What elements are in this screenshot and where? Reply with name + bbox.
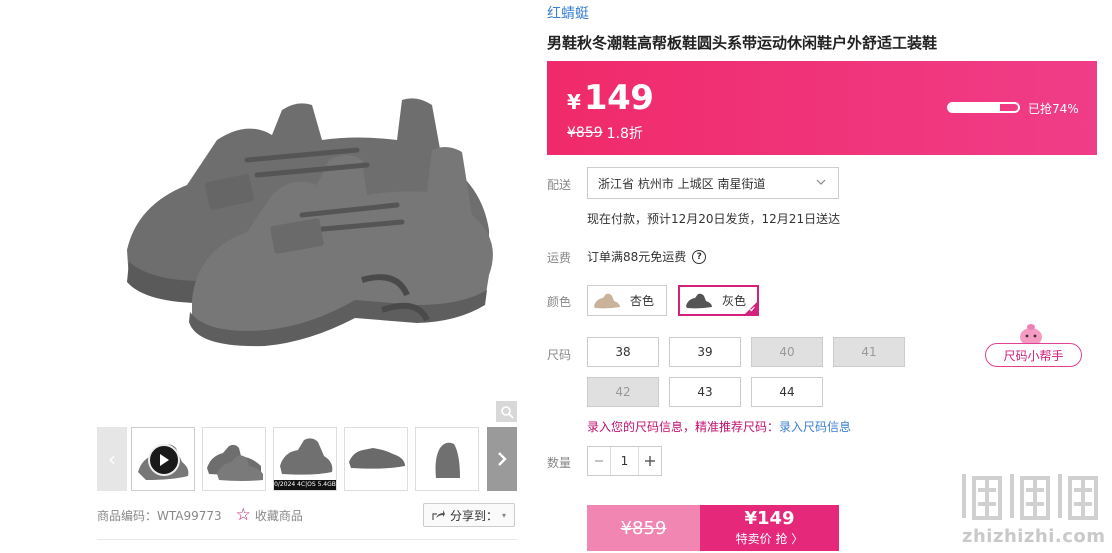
size-tip-link[interactable]: 录入尺码信息 xyxy=(779,420,851,434)
favorite-label: 收藏商品 xyxy=(254,508,303,523)
thumbnail-prev-button[interactable]: ‹ xyxy=(97,427,127,491)
shipping-estimate: 现在付款，预计12月20日发货，12月21日送达 xyxy=(587,212,841,226)
buy-now-button[interactable]: ¥149 特卖价 抢 〉 xyxy=(700,505,839,551)
apricot-shoe-swatch xyxy=(594,293,620,308)
delivery-label: 配送 xyxy=(547,178,572,192)
caret-down-icon: ▾ xyxy=(502,510,507,520)
product-meta-row: 商品编码：WTA99773 ☆ 收藏商品 分享到： ▾ xyxy=(97,503,517,527)
star-icon: ☆ xyxy=(235,504,251,525)
sold-progress-text: 已抢74% xyxy=(1028,102,1079,116)
sku-code: 商品编码：WTA99773 xyxy=(97,508,222,523)
product-page: ‹ 0/2024 4C|OS 5.4GB 商品编码：WTA99773 ☆ 收藏商… xyxy=(0,0,1112,553)
buy-now-label: 特卖价 抢 〉 xyxy=(735,532,804,546)
watermark-logo xyxy=(962,474,1098,520)
size-option-41: 41 xyxy=(833,337,905,367)
size-option-40: 40 xyxy=(751,337,823,367)
main-product-image xyxy=(97,0,517,424)
price-banner: ¥ 149 ¥859 1.8折 已抢74% xyxy=(547,61,1097,155)
freight-label: 运费 xyxy=(547,251,572,265)
size-option-39[interactable]: 39 xyxy=(669,337,741,367)
quantity-decrease-button[interactable] xyxy=(588,447,610,475)
buy-now-price: ¥149 xyxy=(744,508,795,529)
currency-symbol: ¥ xyxy=(567,90,581,114)
plus-icon xyxy=(645,456,655,466)
gray-shoe-swatch xyxy=(686,293,712,308)
watermark-text: zhizhizhi.com xyxy=(962,526,1106,547)
freight-info: 订单满88元免运费 ? xyxy=(587,248,707,265)
thumbnail-shoe-image xyxy=(435,442,460,478)
help-icon[interactable]: ? xyxy=(692,249,707,264)
magnifier-icon xyxy=(500,405,514,419)
color-option-apricot[interactable]: 杏色 xyxy=(587,285,667,316)
thumbnail-video[interactable] xyxy=(131,427,195,491)
share-icon xyxy=(432,510,445,520)
share-dropdown[interactable]: 分享到： ▾ xyxy=(423,503,515,527)
minus-icon xyxy=(595,460,603,462)
size-tip: 录入您的尺码信息，精准推荐尺码：录入尺码信息 xyxy=(587,418,851,435)
thumbnail-strip: ‹ 0/2024 4C|OS 5.4GB xyxy=(97,427,517,491)
color-label: 颜色 xyxy=(547,295,572,309)
thumbnail-3[interactable]: 0/2024 4C|OS 5.4GB xyxy=(273,427,337,491)
size-helper-button[interactable]: 尺码小帮手 xyxy=(985,343,1082,367)
size-option-38[interactable]: 38 xyxy=(587,337,659,367)
check-icon: ✔ xyxy=(749,305,756,314)
chevron-down-icon xyxy=(816,179,826,185)
thumbnail-caption: 0/2024 4C|OS 5.4GB xyxy=(274,480,336,490)
original-price-button[interactable]: ¥859 xyxy=(587,505,700,551)
play-icon xyxy=(160,454,169,466)
size-helper-mascot-icon xyxy=(1020,324,1042,345)
address-select[interactable]: 浙江省 杭州市 上城区 南星街道 xyxy=(587,167,839,199)
product-title: 男鞋秋冬潮鞋高帮板鞋圆头系带运动休闲鞋户外舒适工装鞋 xyxy=(547,34,938,52)
favorite-button[interactable]: ☆ 收藏商品 xyxy=(235,504,303,525)
quantity-increase-button[interactable] xyxy=(639,447,661,475)
quantity-stepper: 1 xyxy=(587,446,662,476)
color-option-label: 杏色 xyxy=(630,294,655,308)
color-option-gray[interactable]: 灰色 ✔ xyxy=(678,285,759,316)
current-price: ¥ 149 xyxy=(567,78,654,118)
thumbnail-next-button[interactable] xyxy=(487,427,517,491)
play-video-button[interactable] xyxy=(148,444,180,476)
discount-rate: 1.8折 xyxy=(606,126,643,142)
thumbnail-4[interactable] xyxy=(344,427,408,491)
thumbnail-2[interactable] xyxy=(202,427,266,491)
sold-progress-bar xyxy=(947,102,1020,113)
chevron-right-icon xyxy=(498,452,507,466)
size-tip-text: 录入您的尺码信息，精准推荐尺码： xyxy=(587,420,780,434)
original-price: ¥859 xyxy=(567,125,603,141)
share-label: 分享到： xyxy=(449,508,498,523)
thumbnail-5[interactable] xyxy=(415,427,479,491)
size-option-43[interactable]: 43 xyxy=(669,377,741,407)
original-price-row: ¥859 1.8折 xyxy=(567,123,643,143)
address-value: 浙江省 杭州市 上城区 南星街道 xyxy=(598,176,766,191)
quantity-label: 数量 xyxy=(547,456,572,470)
shoe-illustration xyxy=(127,98,493,347)
current-price-value: 149 xyxy=(583,78,654,118)
size-option-42: 42 xyxy=(587,377,659,407)
divider xyxy=(97,539,517,540)
quantity-input[interactable]: 1 xyxy=(610,447,639,475)
zoom-button[interactable] xyxy=(496,401,517,422)
sold-progress-fill xyxy=(949,104,1001,111)
chevron-left-icon: ‹ xyxy=(108,447,116,471)
thumbnail-shoe-image xyxy=(207,444,263,481)
brand-link[interactable]: 红蜻蜓 xyxy=(547,3,589,23)
size-option-44[interactable]: 44 xyxy=(751,377,823,407)
thumbnail-shoe-image xyxy=(349,448,405,469)
freight-text: 订单满88元免运费 xyxy=(587,250,687,264)
size-label: 尺码 xyxy=(547,348,572,362)
